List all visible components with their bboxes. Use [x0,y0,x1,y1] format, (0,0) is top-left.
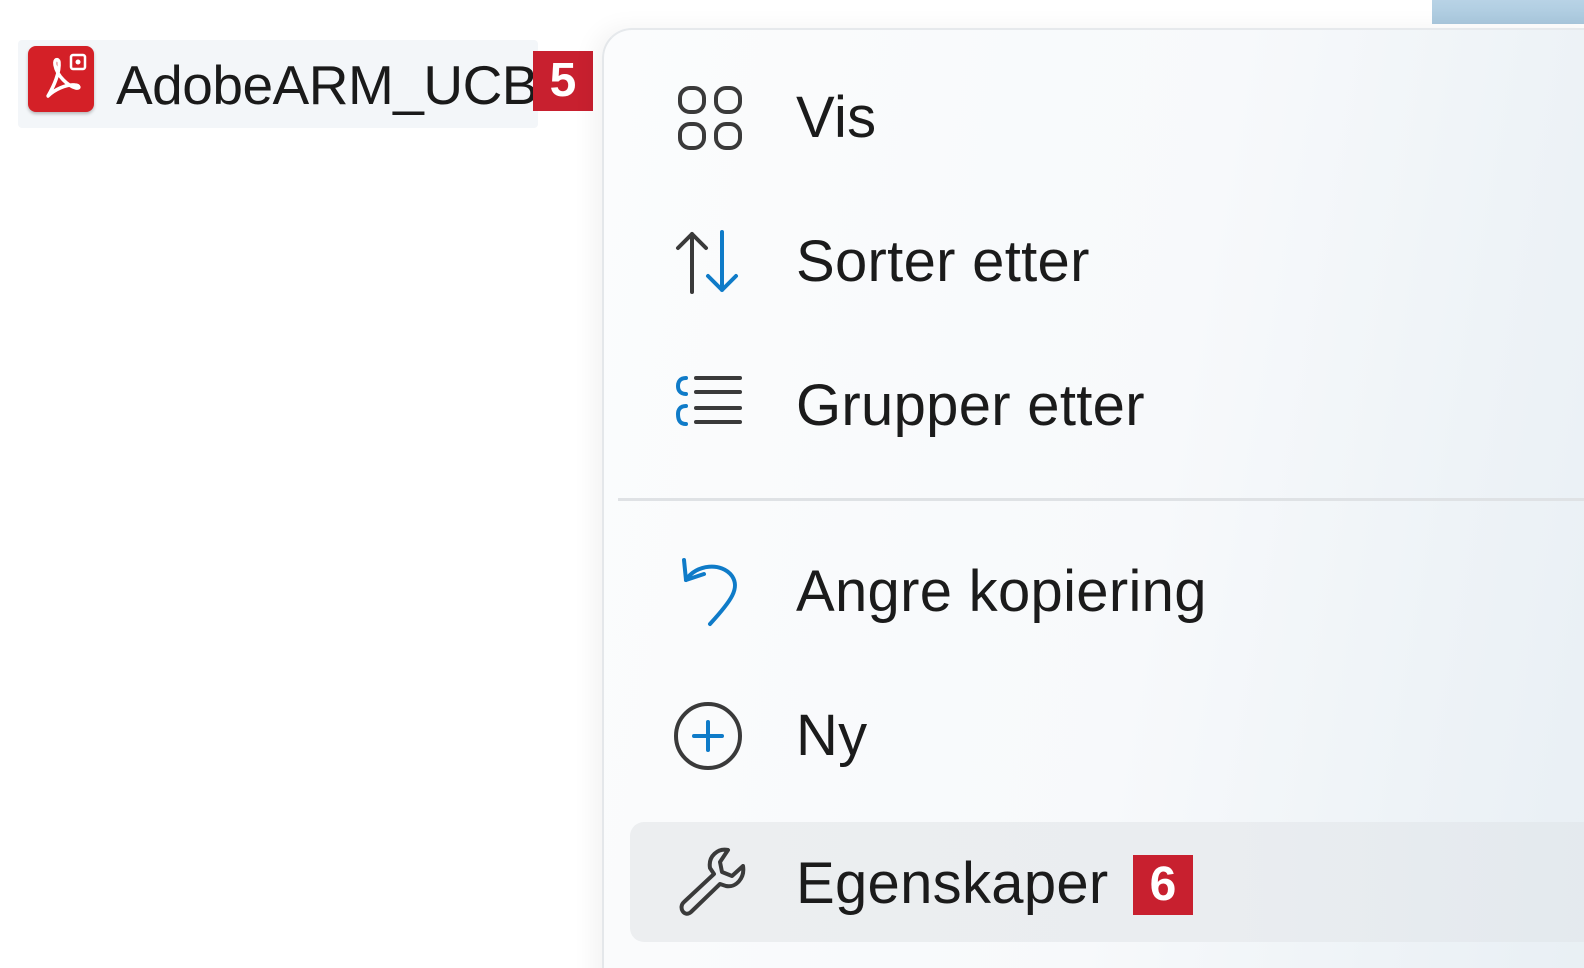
undo-icon [670,552,750,632]
wrench-icon [670,844,750,924]
menu-label-egenskaper: Egenskaper [796,851,1109,916]
menu-label-sorter-etter: Sorter etter [796,229,1090,294]
window-edge [1432,0,1584,24]
menu-item-angre-kopiering[interactable]: Angre kopiering [630,532,1584,652]
desktop-canvas: AdobeARM_UCB 5 Vis Sorter etter Grupper … [0,0,1584,968]
context-menu: Vis Sorter etter Grupper etter Angre kop… [602,28,1584,968]
adobe-acrobat-pdf-icon[interactable] [28,46,94,112]
menu-separator [618,498,1584,501]
sort-arrows-icon [670,222,750,302]
file-name-label[interactable]: AdobeARM_UCB [116,50,538,120]
menu-item-sorter-etter[interactable]: Sorter etter [630,202,1584,322]
group-list-icon [670,366,750,446]
menu-item-ny[interactable]: Ny [630,676,1584,796]
menu-label-grupper-etter: Grupper etter [796,373,1145,438]
menu-label-ny: Ny [796,703,868,768]
menu-label-vis: Vis [796,85,877,150]
menu-item-vis[interactable]: Vis [630,58,1584,178]
menu-item-grupper-etter[interactable]: Grupper etter [630,346,1584,466]
add-circle-icon [670,696,750,776]
menu-label-angre-kopiering: Angre kopiering [796,559,1207,624]
step-badge-5: 5 [533,51,593,111]
step-badge-6: 6 [1133,855,1193,915]
menu-item-egenskaper[interactable]: Egenskaper [630,822,1584,942]
grid-view-icon [670,78,750,158]
